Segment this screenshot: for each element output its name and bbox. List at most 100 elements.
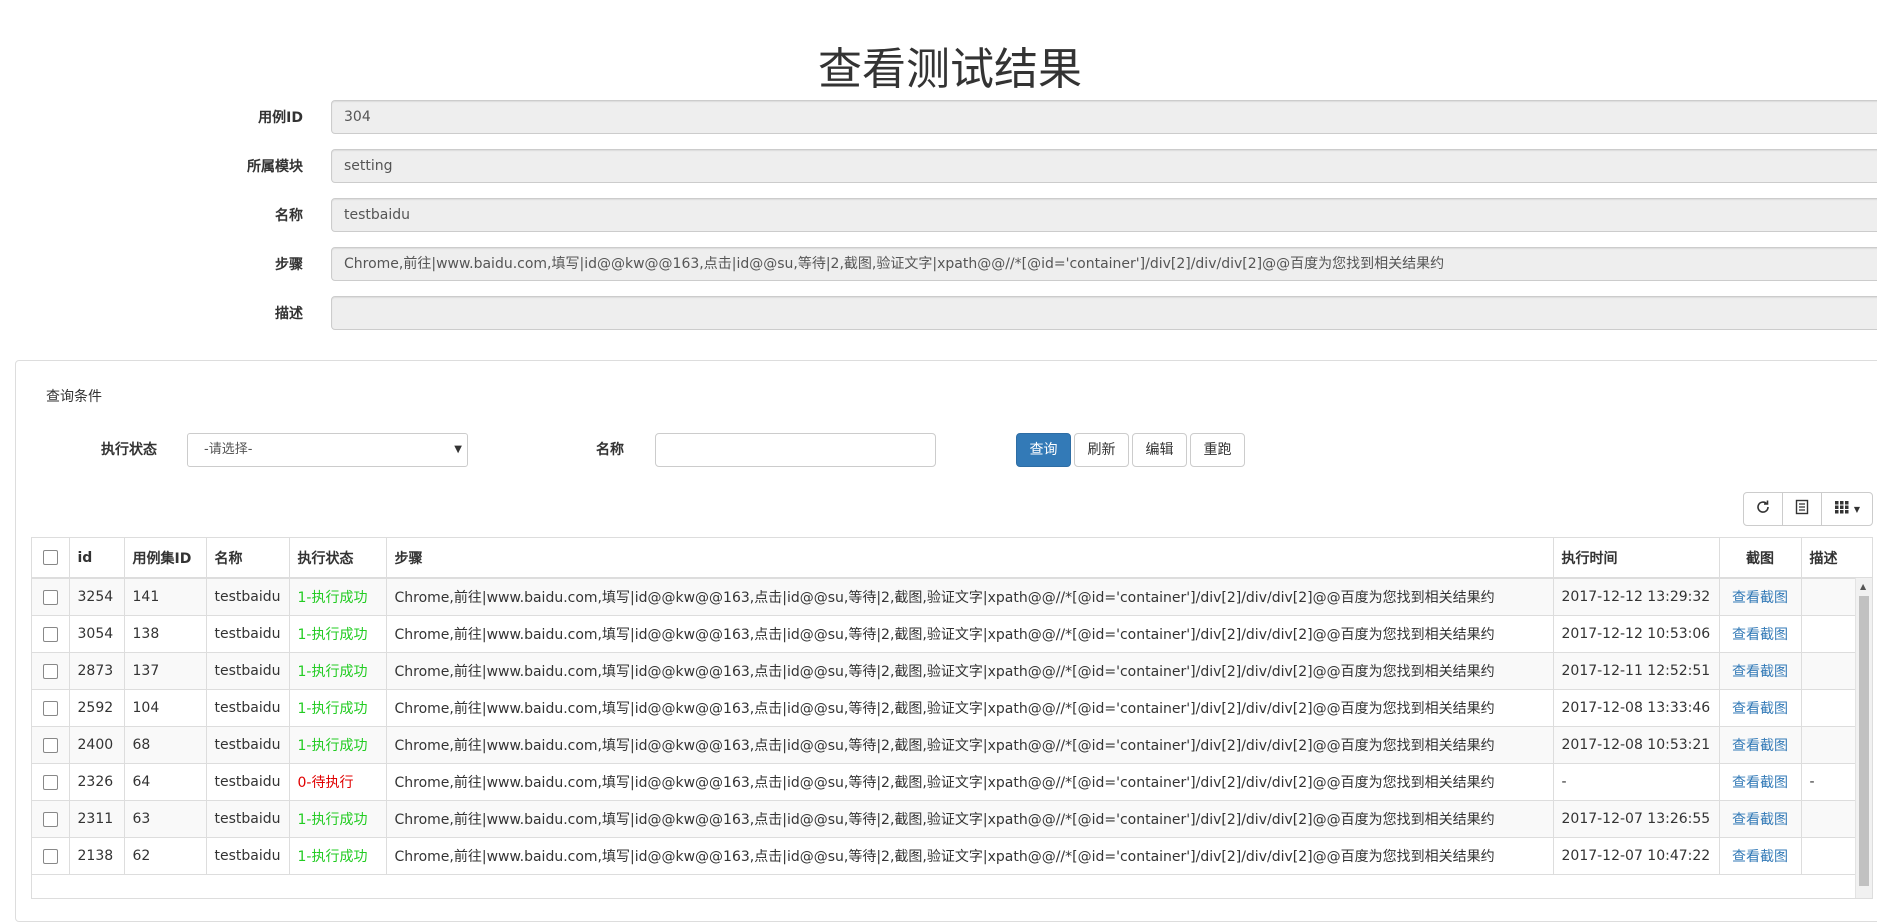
- cell-id: 3254: [69, 578, 125, 616]
- cell-id: 3054: [69, 615, 125, 653]
- cell-suite-id: 138: [124, 615, 207, 653]
- header-exec-time[interactable]: 执行时间: [1553, 538, 1720, 579]
- cell-suite-id: 104: [124, 689, 207, 727]
- view-screenshot-link[interactable]: 查看截图: [1732, 590, 1788, 606]
- row-checkbox-cell: [32, 615, 70, 653]
- table-toggle-view-button[interactable]: [1782, 492, 1822, 526]
- cell-exec-time: 2017-12-07 10:47:22: [1553, 837, 1720, 875]
- table-row[interactable]: 3254 141 testbaidu 1-执行成功 Chrome,前往|www.baid…: [32, 578, 1872, 616]
- header-steps[interactable]: 步骤: [386, 538, 1554, 579]
- header-suite-id[interactable]: 用例集ID: [124, 538, 207, 579]
- table-row[interactable]: 2326 64 testbaidu 0-待执行 Chrome,前往|www.baidu.…: [32, 763, 1872, 801]
- description-label: 描述: [275, 306, 303, 322]
- row-checkbox-cell: [32, 800, 70, 838]
- table-columns-button[interactable]: ▼: [1821, 492, 1873, 526]
- status-filter-label: 执行状态: [101, 442, 157, 458]
- steps-label: 步骤: [275, 257, 303, 273]
- form-row-module: 所属模块 setting: [0, 149, 1877, 185]
- table-row[interactable]: 2592 104 testbaidu 1-执行成功 Chrome,前往|www.baid…: [32, 689, 1872, 727]
- form-row-description: 描述: [0, 296, 1877, 332]
- table-refresh-button[interactable]: [1743, 492, 1783, 526]
- cell-name: testbaidu: [206, 689, 290, 727]
- name-filter-label: 名称: [596, 442, 624, 458]
- cell-exec-time: 2017-12-07 13:26:55: [1553, 800, 1720, 838]
- row-checkbox-cell: [32, 763, 70, 801]
- status-filter-value: -请选择-: [204, 442, 253, 457]
- refresh-button[interactable]: 刷新: [1074, 433, 1129, 467]
- header-screenshot[interactable]: 截图: [1719, 538, 1802, 579]
- cell-steps: Chrome,前往|www.baidu.com,填写|id@@kw@@163,点…: [386, 800, 1554, 838]
- rerun-button[interactable]: 重跑: [1190, 433, 1245, 467]
- header-description[interactable]: 描述: [1801, 538, 1872, 579]
- row-checkbox-cell: [32, 652, 70, 690]
- cell-status: 1-执行成功: [289, 578, 387, 616]
- table-row[interactable]: 2138 62 testbaidu 1-执行成功 Chrome,前往|www.baidu…: [32, 837, 1872, 875]
- table-row[interactable]: 3054 138 testbaidu 1-执行成功 Chrome,前往|www.baid…: [32, 615, 1872, 653]
- cell-name: testbaidu: [206, 578, 290, 616]
- row-checkbox[interactable]: [42, 737, 58, 753]
- cell-steps: Chrome,前往|www.baidu.com,填写|id@@kw@@163,点…: [386, 578, 1554, 616]
- header-id[interactable]: id: [69, 538, 125, 579]
- module-label: 所属模块: [247, 159, 303, 175]
- cell-id: 2138: [69, 837, 125, 875]
- status-filter-select[interactable]: -请选择- ▼: [187, 433, 468, 467]
- view-screenshot-link[interactable]: 查看截图: [1732, 701, 1788, 717]
- row-checkbox[interactable]: [42, 811, 58, 827]
- row-checkbox-cell: [32, 837, 70, 875]
- select-all-header[interactable]: [32, 538, 70, 579]
- table-row[interactable]: 2311 63 testbaidu 1-执行成功 Chrome,前往|www.baidu…: [32, 800, 1872, 838]
- row-checkbox[interactable]: [42, 626, 58, 642]
- cell-screenshot: 查看截图: [1719, 837, 1802, 875]
- row-checkbox[interactable]: [42, 663, 58, 679]
- cell-suite-id: 137: [124, 652, 207, 690]
- form-row-name: 名称 testbaidu: [0, 198, 1877, 234]
- caret-down-icon: ▼: [1853, 504, 1861, 514]
- description-field[interactable]: [331, 296, 1877, 330]
- cell-steps: Chrome,前往|www.baidu.com,填写|id@@kw@@163,点…: [386, 615, 1554, 653]
- cell-suite-id: 141: [124, 578, 207, 616]
- cell-screenshot: 查看截图: [1719, 615, 1802, 653]
- name-field[interactable]: testbaidu: [331, 198, 1877, 232]
- table-row[interactable]: 2400 68 testbaidu 1-执行成功 Chrome,前往|www.baidu…: [32, 726, 1872, 764]
- steps-field[interactable]: Chrome,前往|www.baidu.com,填写|id@@kw@@163,点…: [331, 247, 1877, 281]
- cell-suite-id: 62: [124, 837, 207, 875]
- cell-id: 2311: [69, 800, 125, 838]
- cell-screenshot: 查看截图: [1719, 652, 1802, 690]
- select-all-checkbox[interactable]: [42, 550, 58, 565]
- view-screenshot-link[interactable]: 查看截图: [1732, 849, 1788, 865]
- cell-suite-id: 63: [124, 800, 207, 838]
- scrollbar-thumb[interactable]: [1859, 596, 1869, 886]
- name-filter-input[interactable]: [655, 433, 936, 467]
- view-screenshot-link[interactable]: 查看截图: [1732, 812, 1788, 828]
- cell-status: 1-执行成功: [289, 837, 387, 875]
- search-button[interactable]: 查询: [1016, 433, 1071, 467]
- form-row-case-id: 用例ID 304: [0, 100, 1877, 136]
- view-screenshot-link[interactable]: 查看截图: [1732, 627, 1788, 643]
- edit-button[interactable]: 编辑: [1132, 433, 1187, 467]
- cell-steps: Chrome,前往|www.baidu.com,填写|id@@kw@@163,点…: [386, 652, 1554, 690]
- columns-icon: [1834, 500, 1850, 518]
- view-screenshot-link[interactable]: 查看截图: [1732, 738, 1788, 754]
- view-screenshot-link[interactable]: 查看截图: [1732, 775, 1788, 791]
- row-checkbox[interactable]: [42, 700, 58, 716]
- cell-status: 0-待执行: [289, 763, 387, 801]
- table-row[interactable]: 2873 137 testbaidu 1-执行成功 Chrome,前往|www.baid…: [32, 652, 1872, 690]
- row-checkbox[interactable]: [42, 774, 58, 790]
- cell-exec-time: 2017-12-11 12:52:51: [1553, 652, 1720, 690]
- row-checkbox-cell: [32, 578, 70, 616]
- cell-status: 1-执行成功: [289, 800, 387, 838]
- cell-name: testbaidu: [206, 615, 290, 653]
- header-name[interactable]: 名称: [206, 538, 290, 579]
- cell-screenshot: 查看截图: [1719, 689, 1802, 727]
- row-checkbox[interactable]: [42, 589, 58, 605]
- cell-screenshot: 查看截图: [1719, 726, 1802, 764]
- case-id-label: 用例ID: [258, 110, 303, 126]
- module-field[interactable]: setting: [331, 149, 1877, 183]
- case-id-field[interactable]: 304: [331, 100, 1877, 134]
- view-screenshot-link[interactable]: 查看截图: [1732, 664, 1788, 680]
- row-checkbox[interactable]: [42, 848, 58, 864]
- table-scrollbar[interactable]: ▲: [1855, 578, 1872, 898]
- refresh-icon: [1755, 499, 1771, 519]
- scroll-up-icon[interactable]: ▲: [1860, 582, 1866, 591]
- header-status[interactable]: 执行状态: [289, 538, 387, 579]
